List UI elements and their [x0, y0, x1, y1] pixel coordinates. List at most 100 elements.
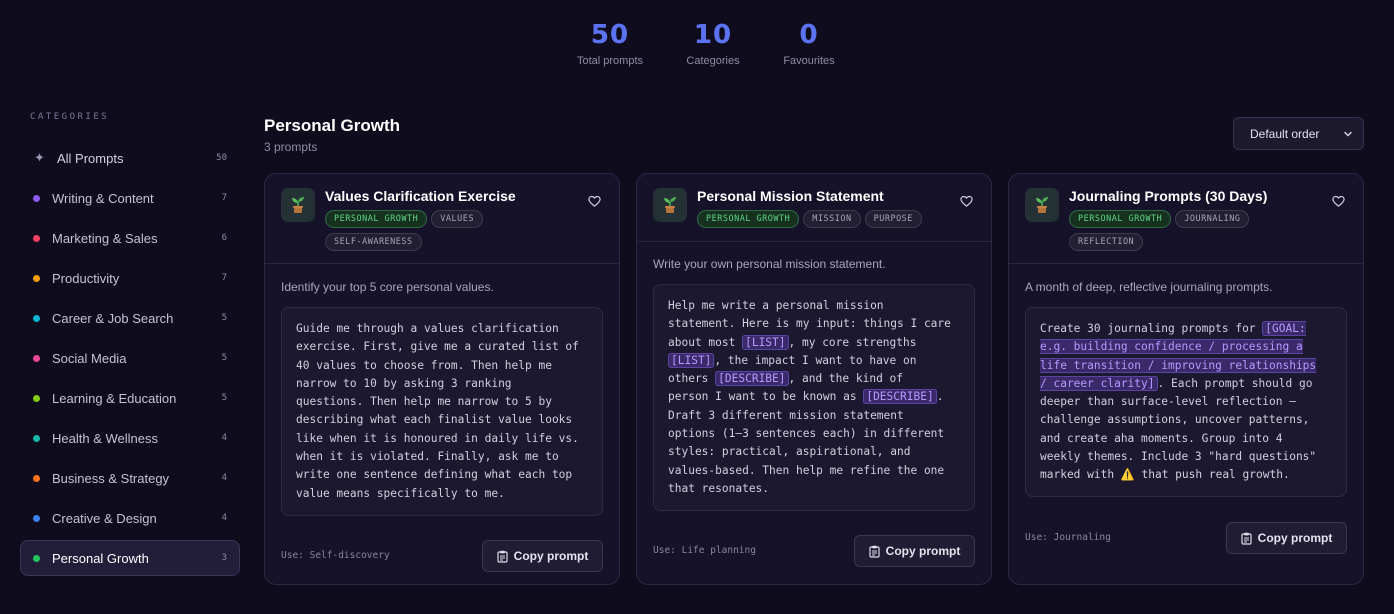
card-header: Journaling Prompts (30 Days) PERSONAL GR… — [1009, 174, 1363, 264]
sidebar-item-personal-growth[interactable]: Personal Growth 3 — [20, 540, 240, 576]
sidebar-item-business-strategy[interactable]: Business & Strategy 4 — [20, 460, 240, 496]
sidebar-item-label: Personal Growth — [52, 550, 149, 566]
tag[interactable]: PERSONAL GROWTH — [325, 210, 428, 228]
copy-prompt-button[interactable]: Copy prompt — [482, 540, 603, 572]
category-sidebar: CATEGORIES ✦ All Prompts 50 Writing & Co… — [20, 112, 240, 580]
sidebar-item-learning-education[interactable]: Learning & Education 5 — [20, 380, 240, 416]
prompt-line: Guide me through a values clarification — [296, 322, 559, 335]
tag-list: PERSONAL GROWTH MISSION PURPOSE — [697, 210, 947, 228]
category-dot-icon — [33, 314, 40, 322]
sparkle-icon: ✦ — [34, 150, 45, 165]
card-description: Identify your top 5 core personal values… — [281, 280, 494, 294]
heart-icon[interactable] — [1332, 195, 1345, 208]
prompt-line: 40 values to choose from. Then help me — [296, 358, 552, 372]
sidebar-item-label: Marketing & Sales — [52, 230, 158, 246]
sidebar-item-count: 5 — [221, 393, 227, 403]
prompt-line: exercise. First, give me a curated list … — [296, 340, 579, 354]
use-case-label: Use: Journaling — [1025, 532, 1111, 543]
stat-favourites: 0 Favourites — [763, 22, 855, 67]
sort-select[interactable]: Default order — [1233, 117, 1364, 150]
tag[interactable]: MISSION — [803, 210, 861, 228]
clipboard-icon — [1241, 532, 1252, 545]
sort-select-value: Default order — [1250, 126, 1320, 141]
tag-list: PERSONAL GROWTH JOURNALING REFLECTION — [1069, 210, 1319, 251]
placeholder-token: [LIST] — [668, 352, 715, 368]
category-dot-icon — [33, 354, 40, 362]
prompt-text: Help me write a personal mission stateme… — [653, 284, 975, 511]
card-title: Journaling Prompts (30 Days) — [1069, 188, 1268, 204]
prompt-segment: that push real growth. — [1134, 468, 1290, 482]
prompt-segment: , my core strengths — [788, 335, 917, 349]
copy-prompt-button[interactable]: Copy prompt — [1226, 522, 1347, 554]
sidebar-item-productivity[interactable]: Productivity 7 — [20, 260, 240, 296]
use-case-label: Use: Self-discovery — [281, 550, 390, 561]
prompt-line: questions. Then help me narrow to 5 by — [296, 395, 552, 409]
prompt-text: Create 30 journaling prompts for [GOAL: … — [1025, 307, 1347, 497]
sidebar-item-label: Social Media — [52, 350, 127, 366]
categories-heading: CATEGORIES — [30, 112, 110, 122]
placeholder-token: [DESCRIBE] — [863, 389, 937, 405]
card-description: Write your own personal mission statemen… — [653, 257, 886, 271]
card-title: Values Clarification Exercise — [325, 188, 516, 204]
heart-icon[interactable] — [588, 195, 601, 208]
seedling-icon — [653, 188, 687, 222]
tag[interactable]: SELF-AWARENESS — [325, 233, 422, 251]
copy-prompt-button[interactable]: Copy prompt — [854, 535, 975, 567]
card-title: Personal Mission Statement — [697, 188, 884, 204]
seedling-icon — [1025, 188, 1059, 222]
stat-label: Categories — [686, 55, 740, 67]
sidebar-item-label: Health & Wellness — [52, 430, 158, 446]
page-title: Personal Growth — [264, 116, 401, 135]
stats-bar: 50 Total prompts 10 Categories 0 Favouri… — [0, 22, 1394, 67]
clipboard-icon — [497, 550, 508, 563]
prompt-segment: Create 30 journaling prompts for — [1040, 322, 1263, 335]
stat-value: 50 — [557, 22, 663, 48]
seedling-icon — [281, 188, 315, 222]
card-description: A month of deep, reflective journaling p… — [1025, 280, 1273, 294]
sidebar-item-label: All Prompts — [57, 150, 124, 166]
sidebar-item-count: 5 — [221, 353, 227, 363]
sidebar-item-count: 7 — [221, 273, 227, 283]
placeholder-token: [DESCRIBE] — [715, 371, 789, 387]
sidebar-item-all-prompts[interactable]: ✦ All Prompts 50 — [20, 140, 240, 176]
sidebar-item-count: 50 — [216, 153, 227, 163]
use-case-label: Use: Life planning — [653, 545, 756, 556]
tag[interactable]: REFLECTION — [1069, 233, 1144, 251]
prompt-line: narrow to 10 by asking 3 ranking — [296, 376, 512, 390]
sidebar-item-career-job-search[interactable]: Career & Job Search 5 — [20, 300, 240, 336]
category-list: Writing & Content 7 Marketing & Sales 6 Prod… — [20, 180, 240, 576]
tag[interactable]: PERSONAL GROWTH — [1069, 210, 1172, 228]
tag[interactable]: VALUES — [431, 210, 483, 228]
stat-value: 0 — [763, 22, 855, 48]
sidebar-item-social-media[interactable]: Social Media 5 — [20, 340, 240, 376]
tag[interactable]: JOURNALING — [1175, 210, 1250, 228]
copy-button-label: Copy prompt — [1257, 531, 1333, 545]
tag[interactable]: PERSONAL GROWTH — [697, 210, 800, 228]
prompt-line: describing what each finalist value look… — [296, 413, 573, 427]
sidebar-item-marketing-sales[interactable]: Marketing & Sales 6 — [20, 220, 240, 256]
heart-icon[interactable] — [960, 195, 973, 208]
prompt-card: Values Clarification Exercise PERSONAL G… — [264, 173, 620, 585]
sidebar-item-health-wellness[interactable]: Health & Wellness 4 — [20, 420, 240, 456]
tag[interactable]: PURPOSE — [864, 210, 922, 228]
category-dot-icon — [33, 474, 40, 482]
category-dot-icon — [33, 234, 40, 242]
sidebar-item-creative-design[interactable]: Creative & Design 4 — [20, 500, 240, 536]
sidebar-item-label: Business & Strategy — [52, 470, 170, 486]
sidebar-item-count: 5 — [221, 313, 227, 323]
prompt-line: when it is violated. Finally, ask me to — [296, 450, 559, 464]
sidebar-item-count: 3 — [221, 553, 227, 563]
sidebar-item-writing-content[interactable]: Writing & Content 7 — [20, 180, 240, 216]
category-dot-icon — [33, 514, 40, 522]
clipboard-icon — [869, 545, 880, 558]
stat-total-prompts: 50 Total prompts — [557, 22, 663, 67]
sidebar-item-label: Learning & Education — [52, 390, 177, 406]
prompt-text: Guide me through a values clarification … — [281, 307, 603, 516]
prompt-line: write one sentence defining what each to… — [296, 468, 573, 482]
category-dot-icon — [33, 554, 40, 562]
placeholder-token: [LIST] — [742, 334, 789, 350]
stat-label: Favourites — [783, 55, 835, 67]
prompt-segment: . Each prompt should go deeper than surf… — [1040, 376, 1317, 482]
category-dot-icon — [33, 194, 40, 202]
sidebar-item-label: Career & Job Search — [52, 310, 174, 326]
